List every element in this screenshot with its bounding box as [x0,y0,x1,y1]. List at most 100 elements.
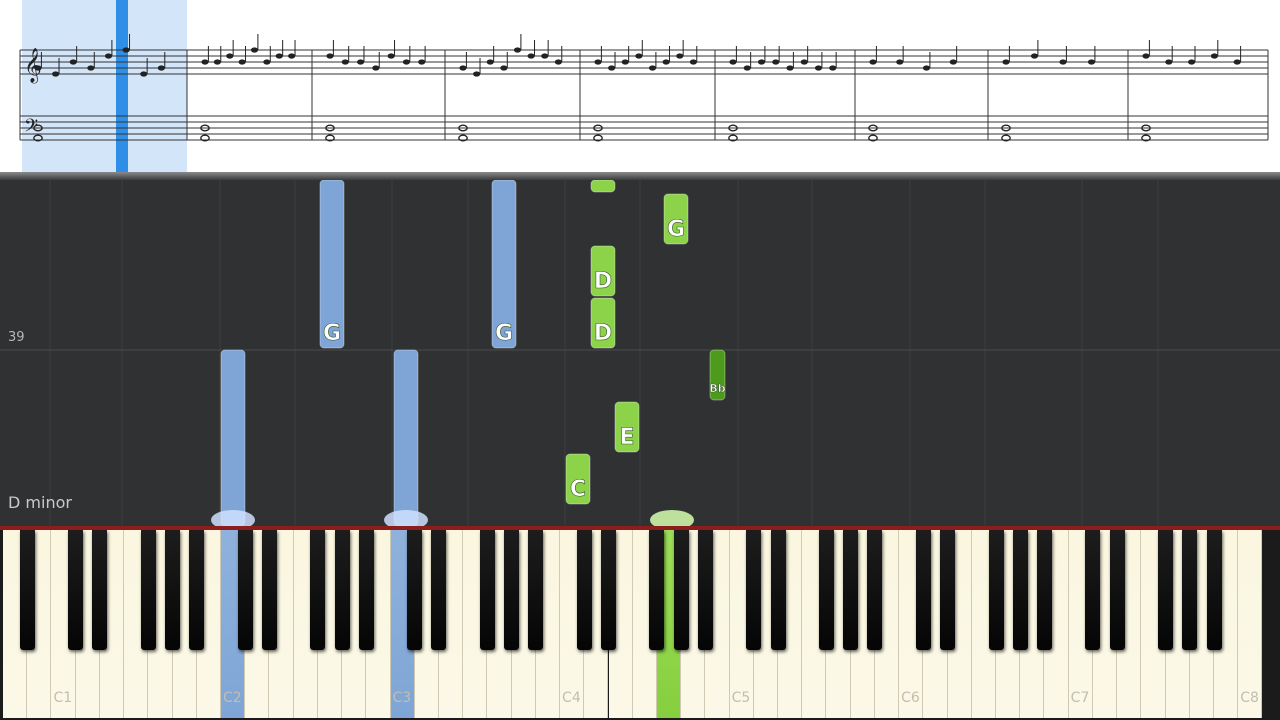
sheet-note-head [326,53,334,59]
sheet-note-head [1165,59,1173,65]
sheet-note-head [800,59,808,65]
sheet-note-head [594,59,602,65]
sheet-note-head [69,59,77,65]
black-key[interactable] [673,530,689,650]
octave-label: C1 [53,690,73,706]
black-key[interactable] [479,530,495,650]
black-key[interactable] [697,530,713,650]
black-key[interactable] [1109,530,1125,650]
black-key[interactable] [770,530,786,650]
note-name-label: G [323,321,341,346]
black-key[interactable] [867,530,883,650]
sheet-note-head [263,59,271,65]
key-press-glow [384,510,428,526]
black-key[interactable] [843,530,859,650]
sheet-note-head [527,53,535,59]
note-roll-canvas: G G G D D Bb E C [0,180,1280,526]
sheet-note-head [213,59,221,65]
black-key[interactable] [576,530,592,650]
sheet-note-head [157,65,165,71]
sheet-note-head [288,53,296,59]
black-key[interactable] [504,530,520,650]
key-signature-label: D minor [8,493,72,512]
sheet-note-head [689,59,697,65]
black-key[interactable] [310,530,326,650]
black-key[interactable] [68,530,84,650]
note-name-label: G [495,321,513,346]
note-name-label: C [570,477,586,502]
sheet-note-head [275,53,283,59]
sheet-note-head [608,65,616,71]
sheet-note-head [1188,59,1196,65]
sheet-note-head [635,53,643,59]
black-key[interactable] [1085,530,1101,650]
sheet-note-head [829,65,837,71]
black-key[interactable] [1036,530,1052,650]
black-key[interactable] [431,530,447,650]
sheet-note-head [896,59,904,65]
sheet-note-head [676,53,684,59]
sheet-note-head [922,65,931,71]
sheet-note-head [814,65,823,71]
black-key[interactable] [140,530,156,650]
black-key[interactable] [1206,530,1222,650]
note-name-label: D [594,269,612,294]
octave-label: C7 [1070,690,1090,706]
measure-number: 39 [8,330,25,345]
sheet-note-head [1210,53,1218,59]
sheet-note-head [757,59,766,65]
sheet-note-head [554,59,562,65]
key-press-glow [211,510,255,526]
black-key[interactable] [1182,530,1198,650]
sheet-note-head [104,53,113,59]
octave-label: C2 [222,690,242,706]
octave-label: C5 [731,690,751,706]
note-name-label: G [667,217,685,242]
sheet-note-head [786,65,794,71]
black-key[interactable] [334,530,350,650]
sheet-note-head [486,59,494,65]
black-key[interactable] [261,530,277,650]
black-key[interactable] [165,530,181,650]
black-key[interactable] [915,530,931,650]
sheet-note-head [238,59,246,65]
falling-note-right-hand [590,180,616,193]
playback-cursor [116,0,128,174]
sheet-note-head [34,65,42,71]
black-key[interactable] [19,530,35,650]
sheet-note-head [621,59,629,65]
sheet-note-head [1142,53,1150,59]
sheet-note-head [250,47,259,53]
sheet-music-panel: 𝄞 𝄢 [0,0,1280,174]
bass-clef-icon: 𝄢 [24,116,38,141]
sheet-note-head [122,47,130,53]
black-key[interactable] [189,530,205,650]
black-key[interactable] [818,530,834,650]
sheet-note-head [541,53,549,59]
sheet-note-head [729,59,737,65]
sheet-note-head [387,53,395,59]
black-key[interactable] [358,530,374,650]
black-key[interactable] [988,530,1004,650]
note-name-label: D [594,321,612,346]
panel-divider [0,172,1280,180]
sheet-note-head [341,59,349,65]
sheet-note-head [513,47,522,53]
black-key[interactable] [1012,530,1028,650]
black-key[interactable] [601,530,616,650]
sheet-note-head [869,59,877,65]
black-key[interactable] [407,530,423,650]
piano-keyboard[interactable]: C1 C2 C3 C4 C5 C6 C7 C8 [0,530,1280,720]
black-key[interactable] [528,530,544,650]
black-key[interactable] [940,530,956,650]
sheet-note-head [140,71,148,77]
octave-label: C8 [1240,690,1259,706]
sheet-note-head [372,65,380,71]
black-key[interactable] [746,530,762,650]
black-key[interactable] [649,530,665,650]
black-key[interactable] [237,530,253,650]
sheet-note-head [87,65,95,71]
sheet-note-head [459,65,467,71]
black-key[interactable] [1158,530,1174,650]
black-key[interactable] [92,530,108,650]
